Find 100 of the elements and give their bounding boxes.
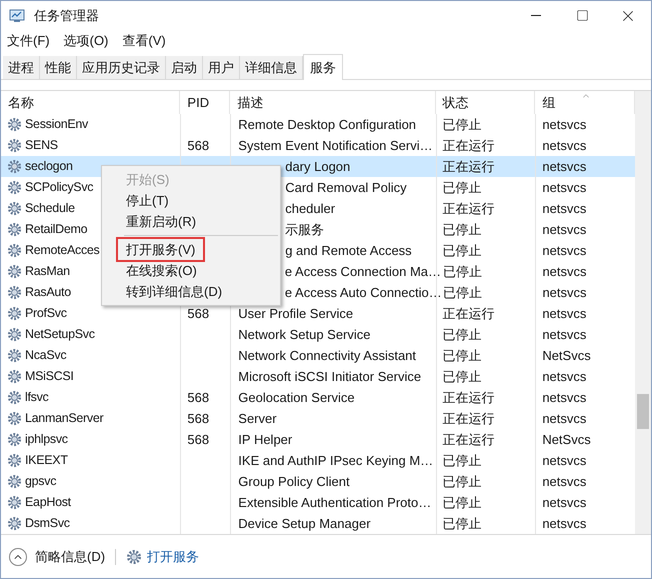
- gear-icon: [7, 495, 22, 510]
- menu-item[interactable]: 转到详细信息(D): [126, 282, 222, 302]
- table-cell-text: netsvcs: [542, 136, 586, 155]
- table-cell-text: netsvcs: [542, 158, 586, 176]
- open-services-link[interactable]: 打开服务: [147, 546, 200, 566]
- table-cell-text: Schedule: [25, 200, 75, 218]
- chevron-up-icon: [9, 548, 27, 566]
- table-cell-text: 568: [187, 304, 210, 323]
- table-cell-text: SessionEnv: [25, 116, 88, 134]
- table-cell-text: 正在运行: [442, 388, 495, 407]
- minimize-icon: [531, 15, 541, 16]
- table-cell-text: e Access Auto Connectio…: [284, 284, 442, 302]
- table-cell-text: 正在运行: [442, 430, 495, 449]
- table-cell-text: netsvcs: [542, 178, 586, 197]
- table-cell-text: 正在运行: [442, 304, 495, 323]
- table-cell-text: 正在运行: [442, 410, 495, 428]
- tab[interactable]: 服务: [303, 54, 343, 80]
- menu-item[interactable]: 文件(F): [7, 31, 50, 51]
- menu-item[interactable]: 打开服务(V): [116, 236, 206, 262]
- table-cell-text: e Access Connection Ma…: [284, 262, 441, 281]
- table-cell-text: RasAuto: [25, 284, 71, 302]
- gear-icon: [7, 453, 22, 468]
- monitor-icon: [9, 8, 25, 24]
- table-cell-text: NetSvcs: [542, 346, 591, 365]
- table-cell-text: gpsvc: [25, 473, 56, 490]
- gear-icon: [7, 306, 22, 321]
- table-cell-text: RemoteAcces: [25, 242, 100, 260]
- gear-icon: [7, 180, 22, 195]
- table-cell-text: IP Helper: [238, 430, 292, 449]
- table-cell-text: 已停止: [442, 326, 482, 344]
- gear-icon: [7, 432, 22, 447]
- gear-icon: [7, 159, 22, 174]
- table-cell-text: User Profile Service: [238, 304, 354, 323]
- scrollbar-thumb[interactable]: [637, 394, 649, 429]
- column-header[interactable]: 描述: [237, 92, 264, 112]
- table-cell-text: 示服务: [285, 220, 324, 239]
- menu-item[interactable]: 停止(T): [126, 190, 169, 210]
- table-cell-text: netsvcs: [542, 284, 587, 302]
- tab[interactable]: 性能: [40, 56, 77, 79]
- table-cell-text: 正在运行: [442, 158, 495, 176]
- table-cell-text: 568: [187, 388, 210, 407]
- column-header[interactable]: PID: [187, 92, 210, 112]
- table-cell-text: netsvcs: [542, 116, 586, 134]
- table-cell-text: Remote Desktop Configuration: [238, 116, 416, 134]
- tab[interactable]: 用户: [203, 56, 240, 79]
- table-cell-text: 已停止: [442, 220, 482, 239]
- table-cell-text: Group Policy Client: [238, 472, 350, 491]
- table-cell-text: RetailDemo: [25, 221, 88, 238]
- table-cell-text: 正在运行: [442, 200, 495, 218]
- scrollbar[interactable]: [635, 91, 651, 534]
- table-cell-text: seclogon: [25, 158, 73, 176]
- gear-icon: [7, 201, 22, 216]
- menu-item[interactable]: 查看(V): [122, 31, 166, 51]
- table-cell-text: netsvcs: [542, 410, 586, 428]
- gear-icon: [7, 411, 22, 426]
- table-cell-text: 已停止: [442, 178, 482, 197]
- column-header[interactable]: 名称: [8, 92, 34, 112]
- table-cell-text: lfsvc: [25, 389, 49, 406]
- table-cell-text: 已停止: [442, 452, 482, 470]
- table-cell-text: netsvcs: [542, 514, 586, 533]
- collapse-details-button[interactable]: 简略信息(D): [9, 546, 106, 566]
- table-cell-text: netsvcs: [542, 368, 586, 386]
- gear-icon: [7, 327, 22, 342]
- table-cell-text: SENS: [25, 137, 58, 154]
- table-cell-text: Device Setup Manager: [238, 514, 371, 533]
- menu-item[interactable]: 选项(O): [64, 31, 108, 51]
- table-cell-text: Microsoft iSCSI Initiator Service: [238, 368, 422, 386]
- table-cell-text: 已停止: [442, 368, 482, 386]
- table-cell-text: MSiSCSI: [25, 368, 74, 386]
- table-cell-text: 已停止: [442, 262, 482, 281]
- column-header[interactable]: 组: [542, 92, 556, 112]
- gear-icon: [7, 117, 22, 132]
- menu-item[interactable]: 重新启动(R): [126, 212, 196, 232]
- column-header[interactable]: 状态: [442, 92, 469, 112]
- table-cell-text: dary Logon: [285, 158, 350, 176]
- gear-icon: [7, 138, 22, 153]
- table-cell-text: Network Setup Service: [238, 326, 371, 344]
- table-cell-text: g and Remote Access: [285, 242, 412, 260]
- gear-icon: [7, 390, 22, 405]
- gear-icon: [7, 285, 22, 300]
- table-cell-text: 已停止: [442, 116, 482, 134]
- tab[interactable]: 启动: [166, 56, 203, 79]
- table-cell-text: netsvcs: [542, 494, 586, 512]
- tab[interactable]: 详细信息: [240, 56, 303, 79]
- gear-icon: [7, 222, 22, 237]
- table-cell-text: System Event Notification Servi…: [238, 136, 433, 155]
- table-cell-text: netsvcs: [542, 220, 586, 239]
- table-cell-text: EapHost: [25, 494, 71, 512]
- tab[interactable]: 应用历史记录: [77, 56, 166, 79]
- table-cell-text: LanmanServer: [25, 410, 104, 428]
- table-cell-text: RasMan: [25, 263, 70, 280]
- tab[interactable]: 进程: [3, 56, 40, 79]
- table-cell-text: IKE and AuthIP IPsec Keying M…: [238, 452, 434, 470]
- table-cell-text: 568: [187, 136, 210, 155]
- table-cell-text: netsvcs: [542, 304, 586, 323]
- menu-item[interactable]: 在线搜索(O): [126, 260, 197, 280]
- gear-icon: [7, 369, 22, 384]
- gear-icon: [7, 264, 22, 279]
- table-cell-text: 已停止: [442, 514, 482, 533]
- table-cell-text: 已停止: [442, 284, 482, 302]
